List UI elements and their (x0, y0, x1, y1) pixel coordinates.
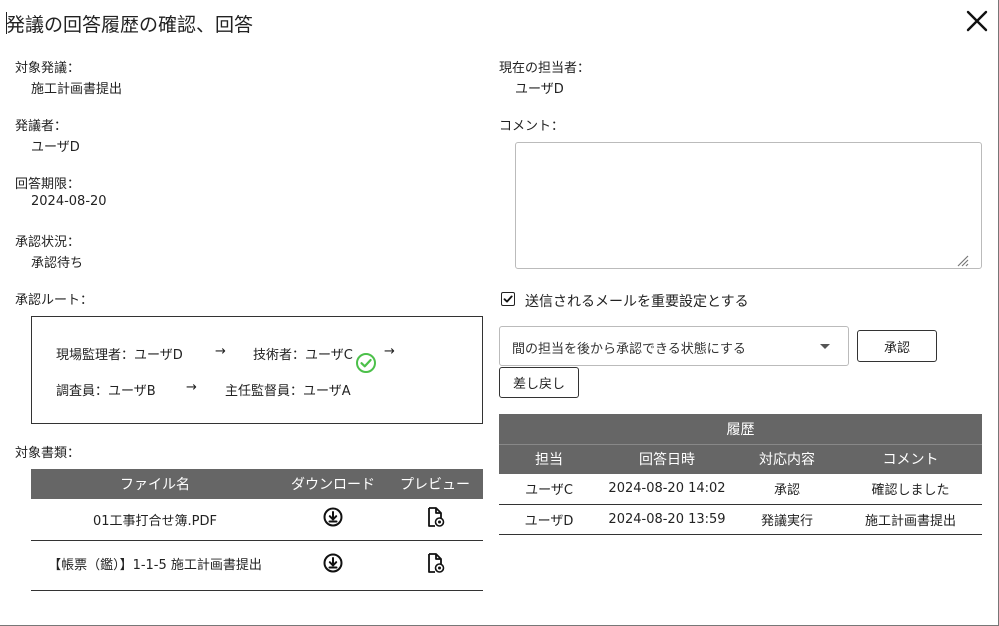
table-row: ユーザC 2024-08-20 14:02 承認 確認しました (499, 474, 982, 505)
deadline-label: 回答期限： (15, 177, 81, 192)
comment-label: コメント： (499, 119, 565, 134)
table-row: 01工事打合せ簿.PDF (31, 499, 483, 541)
history-caption: 履歴 (499, 414, 982, 445)
history-action: 発議実行 (735, 504, 839, 535)
route-arrow: → (186, 380, 197, 395)
close-icon[interactable] (964, 8, 990, 34)
file-name: 【帳票（鑑）】1-1-5 施工計画書提出 (31, 540, 279, 591)
table-row: ユーザD 2024-08-20 13:59 発議実行 施工計画書提出 (499, 504, 982, 535)
col-header-action: 対応内容 (735, 444, 839, 474)
route-arrow: → (384, 344, 395, 359)
route-step-2: 技術者：ユーザC (253, 348, 353, 363)
target-issue-value: 施工計画書提出 (31, 82, 123, 97)
col-header-preview: プレビュー (387, 469, 483, 499)
col-header-comment: コメント (839, 444, 982, 474)
history-comment: 施工計画書提出 (839, 504, 982, 535)
issuer-value: ユーザD (31, 140, 80, 155)
table-row: 【帳票（鑑）】1-1-5 施工計画書提出 (31, 540, 483, 591)
approval-mode-select[interactable]: 間の担当を後から承認できる状態にする (499, 326, 849, 366)
current-assignee-value: ユーザD (515, 82, 564, 97)
current-assignee-label: 現在の担当者： (499, 61, 591, 76)
route-step-4: 主任監督員：ユーザA (225, 384, 351, 399)
file-name: 01工事打合せ簿.PDF (31, 499, 279, 541)
route-step-1: 現場監理者：ユーザD (56, 348, 183, 363)
approval-status-value: 承認待ち (31, 256, 84, 271)
download-icon[interactable] (322, 552, 344, 574)
route-step-3: 調査員：ユーザB (56, 384, 156, 399)
history-datetime: 2024-08-20 14:02 (599, 474, 735, 505)
resize-grip-icon[interactable] (955, 252, 969, 267)
approval-status-label: 承認状況： (15, 235, 81, 250)
select-value: 間の担当を後から承認できる状態にする (512, 342, 746, 357)
history-comment: 確認しました (839, 474, 982, 505)
dialog-title: 発議の回答履歴の確認、回答 (6, 14, 254, 36)
approval-route-box: 現場監理者：ユーザD → 技術者：ユーザC → 調査員：ユーザB → 主任監督員… (31, 316, 483, 424)
history-action: 承認 (735, 474, 839, 505)
deadline-value: 2024-08-20 (31, 194, 107, 209)
approval-route-label: 承認ルート： (15, 293, 94, 308)
file-preview-icon[interactable] (424, 552, 446, 574)
download-cell (279, 499, 387, 541)
important-mail-checkbox[interactable] (501, 292, 515, 306)
col-header-assignee: 担当 (499, 444, 599, 474)
history-table: 履歴 担当 回答日時 対応内容 コメント ユーザC 2024-08-20 14:… (499, 414, 982, 535)
download-icon[interactable] (322, 506, 344, 528)
preview-cell (387, 499, 483, 541)
important-mail-label[interactable]: 送信されるメールを重要設定とする (525, 291, 749, 311)
file-preview-icon[interactable] (424, 506, 446, 528)
history-assignee: ユーザD (499, 504, 599, 535)
route-arrow: → (215, 344, 226, 359)
answer-history-dialog: 発議の回答履歴の確認、回答 対象発議： 施工計画書提出 発議者： ユーザD 回答… (0, 0, 999, 626)
issuer-label: 発議者： (15, 119, 68, 134)
send-back-button[interactable]: 差し戻し (499, 367, 579, 398)
comment-textarea[interactable] (515, 142, 982, 269)
col-header-filename: ファイル名 (31, 469, 279, 499)
target-issue-label: 対象発議： (15, 61, 81, 76)
preview-cell (387, 540, 483, 591)
chevron-down-icon (820, 344, 830, 349)
target-docs-label: 対象書類： (15, 446, 81, 461)
col-header-datetime: 回答日時 (599, 444, 735, 474)
documents-table: ファイル名 ダウンロード プレビュー 01工事打合せ簿.PDF 【帳票（鑑）】1… (31, 469, 483, 591)
download-cell (279, 540, 387, 591)
history-datetime: 2024-08-20 13:59 (599, 504, 735, 535)
col-header-download: ダウンロード (279, 469, 387, 499)
approved-check-icon (355, 352, 377, 374)
approve-button[interactable]: 承認 (857, 330, 937, 362)
history-assignee: ユーザC (499, 474, 599, 505)
